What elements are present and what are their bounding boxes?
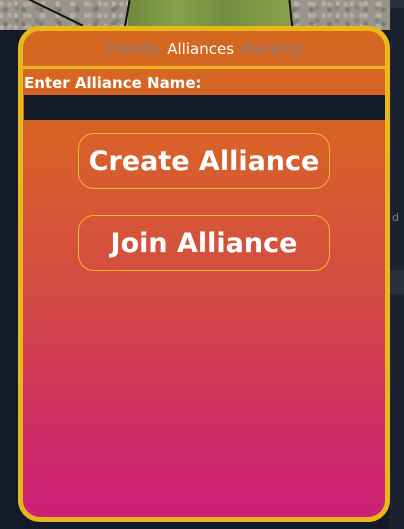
side-panel-clipped-text: d: [392, 211, 399, 224]
tab-ranking[interactable]: Ranking: [242, 40, 303, 58]
game-screen: d Friends Alliances Ranking Enter Allian…: [0, 0, 404, 529]
side-panel-edge: d: [390, 0, 404, 529]
create-alliance-button[interactable]: Create Alliance: [78, 133, 330, 189]
social-tabs: Friends Alliances Ranking: [23, 31, 385, 69]
side-panel-notch: [390, 0, 404, 8]
alliance-name-input[interactable]: [24, 95, 385, 120]
alliance-panel: Friends Alliances Ranking Enter Alliance…: [18, 26, 390, 522]
tab-alliances[interactable]: Alliances: [167, 40, 234, 58]
join-alliance-button[interactable]: Join Alliance: [78, 215, 330, 271]
alliance-name-label: Enter Alliance Name:: [24, 74, 202, 92]
tab-friends[interactable]: Friends: [105, 40, 159, 58]
side-panel-bar: [390, 270, 404, 294]
